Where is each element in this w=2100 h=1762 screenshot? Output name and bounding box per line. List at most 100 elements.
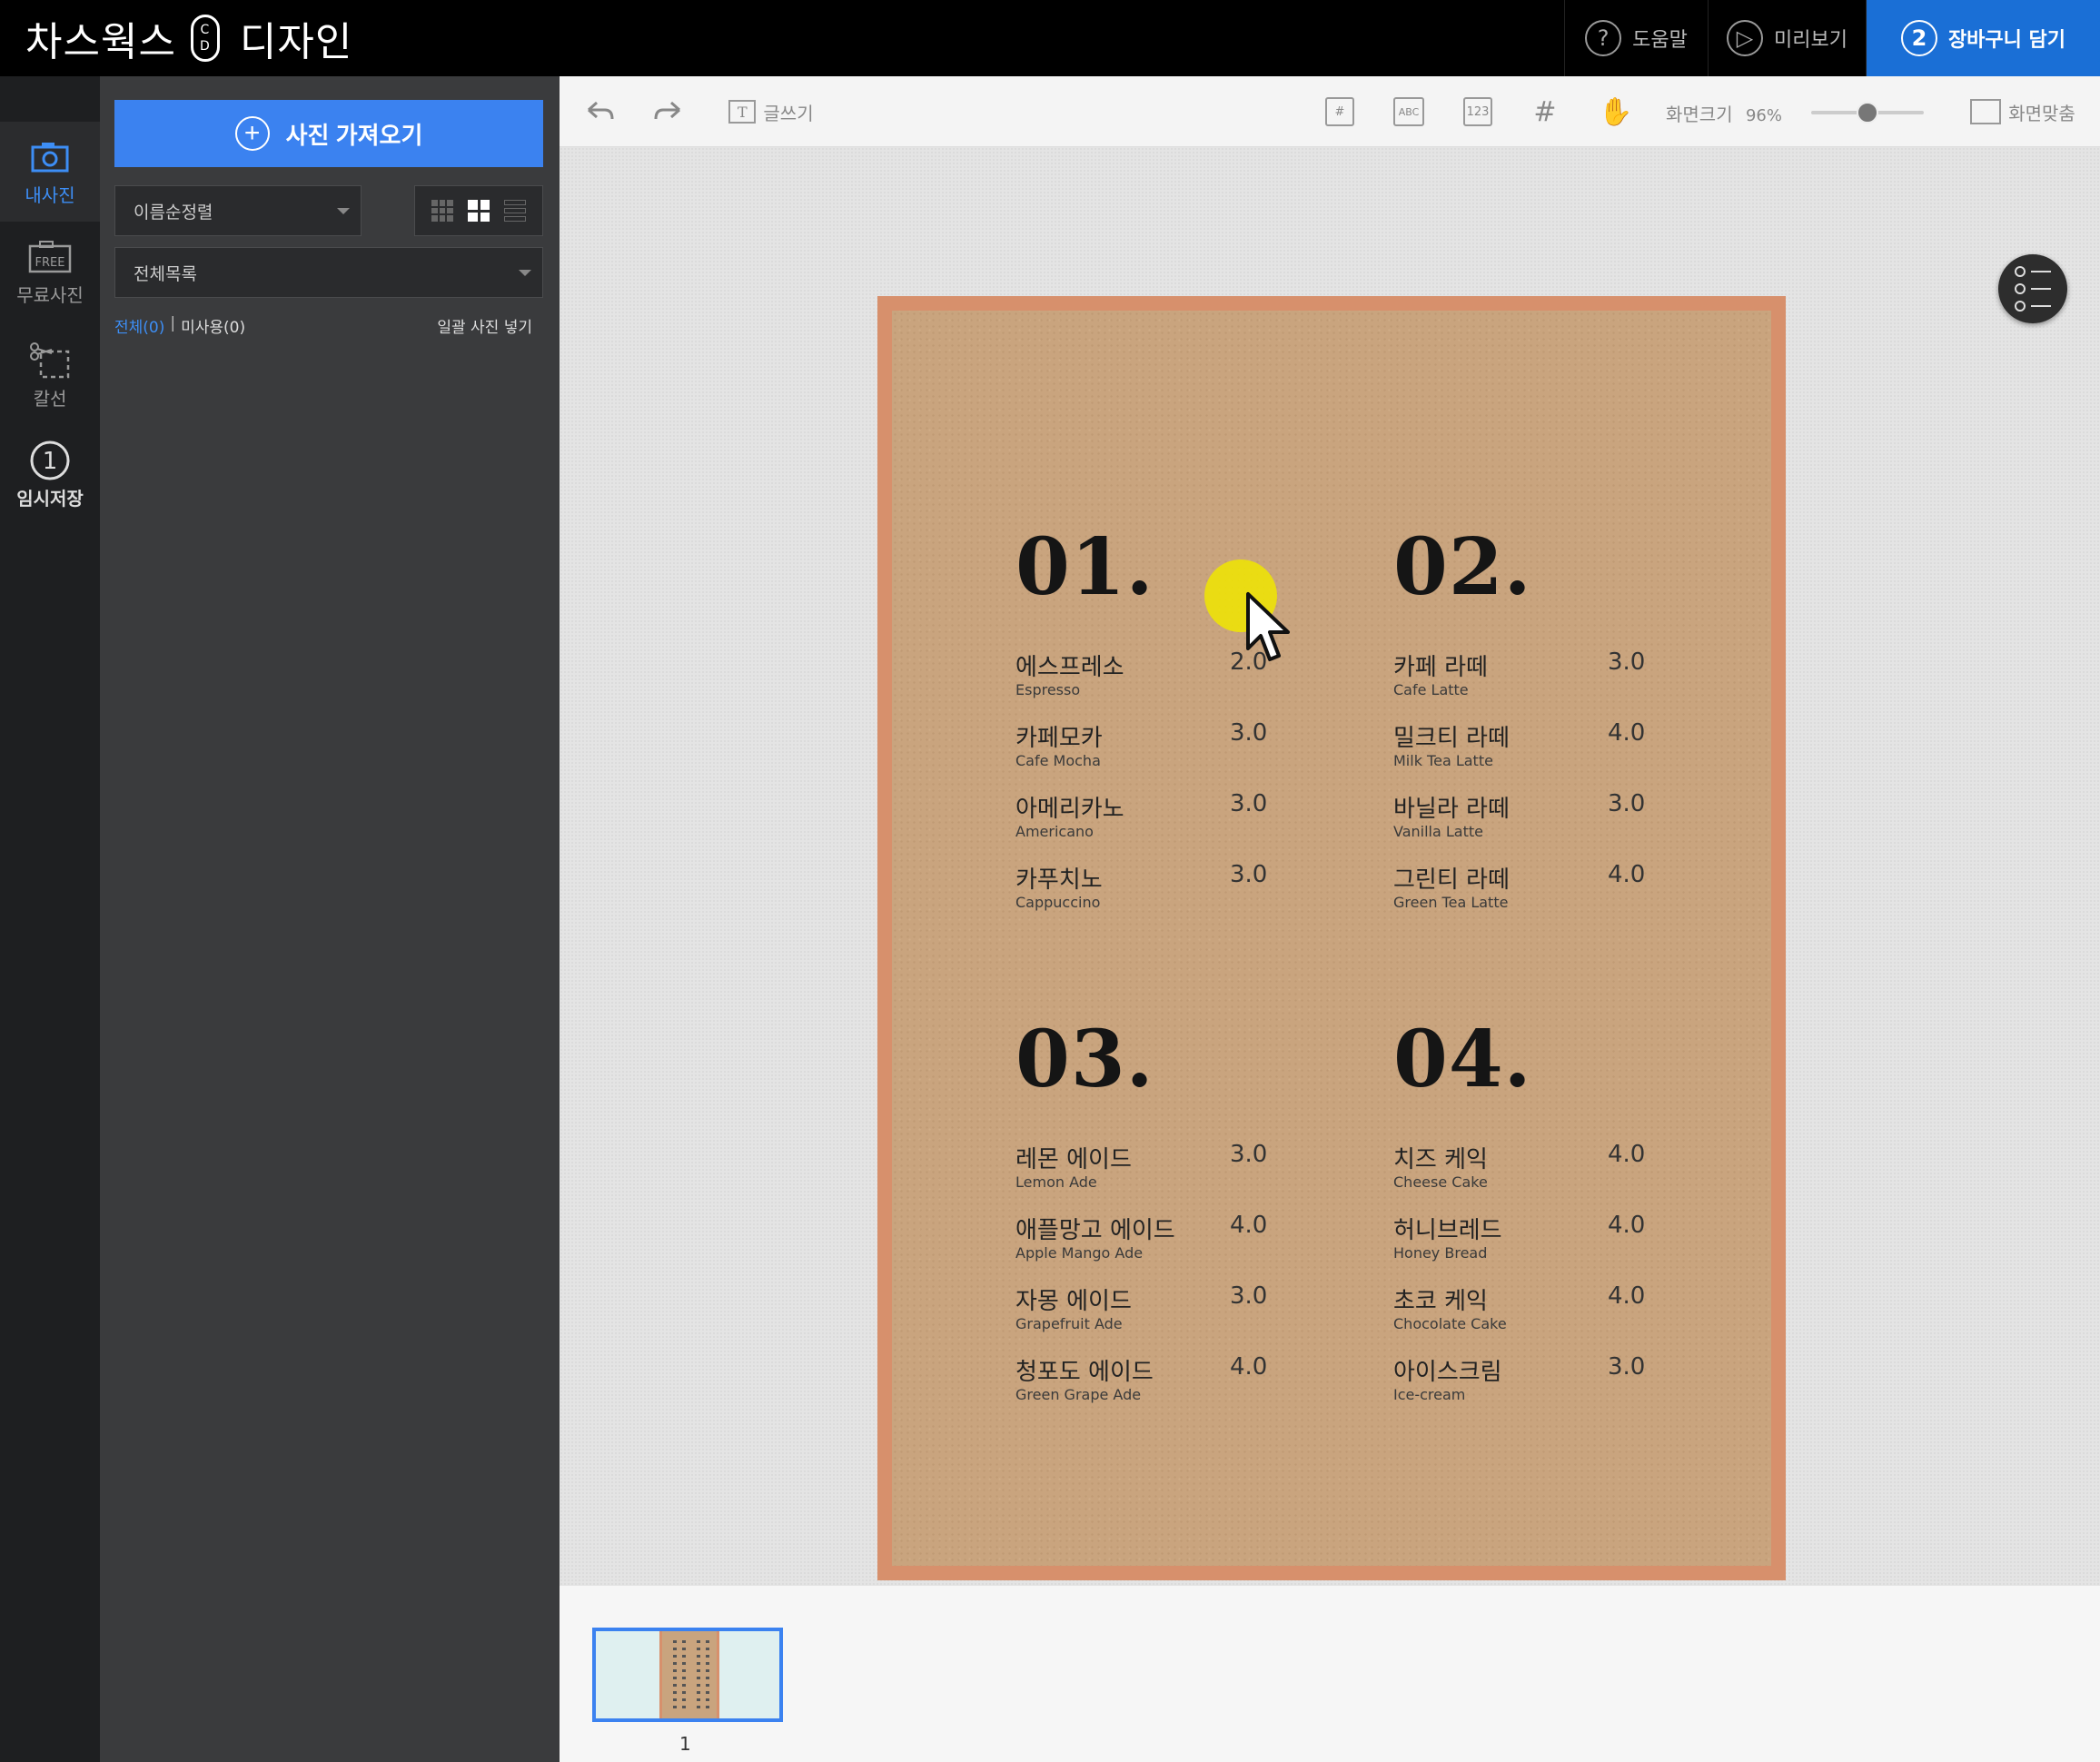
- rail-item-free-photos[interactable]: FREE 무료사진: [0, 222, 100, 322]
- menu-item-english-name: Cafe Latte: [1393, 681, 1469, 698]
- rail-item-temp-save[interactable]: 1 임시저장: [0, 425, 100, 525]
- fit-to-screen-button[interactable]: 화면맞춤: [1964, 89, 2082, 134]
- brand-pill-icon: C D: [190, 15, 220, 62]
- menu-item-price: 3.0: [1230, 861, 1268, 888]
- menu-item-list: 치즈 케익 Cheese Cake 4.0 허니브레드 Honey Bread 4.0 초코…: [1393, 1141, 1702, 1424]
- help-button[interactable]: ? 도움말: [1564, 0, 1708, 76]
- import-photos-button[interactable]: + 사진 가져오기: [114, 100, 543, 167]
- menu-item-price: 3.0: [1608, 648, 1646, 676]
- page-number-button[interactable]: #: [1317, 89, 1362, 134]
- thumbnail-preview: [659, 1631, 719, 1718]
- fit-frame-icon: [1970, 99, 2002, 124]
- layer-list-button[interactable]: [1998, 254, 2067, 323]
- menu-item-korean-name: 밀크티 라떼: [1393, 725, 1510, 752]
- filter-separator: |: [170, 314, 176, 332]
- undo-button[interactable]: [578, 89, 623, 134]
- menu-item-english-name: Cappuccino: [1015, 894, 1101, 911]
- section-number: 04.: [1393, 1014, 1532, 1105]
- undo-icon: [588, 101, 614, 120]
- menu-poster[interactable]: 01. 에스프레소 Espresso 2.0 카페모카 Cafe Mocha 3.0 아메리카…: [877, 296, 1786, 1580]
- menu-item-korean-name: 아이스크림: [1393, 1359, 1502, 1386]
- menu-item-english-name: Lemon Ade: [1015, 1173, 1097, 1191]
- filter-unused-link[interactable]: 미사용(0): [181, 314, 245, 337]
- photo-panel: + 사진 가져오기 이름순정렬 전체목록 전체(0) | 미사용(0) 일괄 사…: [100, 76, 560, 1762]
- menu-item-korean-name: 카페 라떼: [1393, 654, 1488, 681]
- page-number-label: 1: [679, 1733, 691, 1755]
- design-canvas[interactable]: 01. 에스프레소 Espresso 2.0 카페모카 Cafe Mocha 3.0 아메리카…: [560, 147, 2100, 1586]
- grid-icon: #: [1533, 95, 1557, 128]
- menu-item-list: 에스프레소 Espresso 2.0 카페모카 Cafe Mocha 3.0 아메리카노 Am…: [1015, 648, 1324, 932]
- menu-item[interactable]: 카푸치노 Cappuccino 3.0: [1015, 861, 1324, 932]
- menu-item-korean-name: 치즈 케익: [1393, 1146, 1488, 1173]
- rail-item-cut-line[interactable]: 칼선: [0, 325, 100, 425]
- grid-toggle-button[interactable]: #: [1522, 89, 1568, 134]
- menu-item[interactable]: 레몬 에이드 Lemon Ade 3.0: [1015, 1141, 1324, 1212]
- menu-item-english-name: Milk Tea Latte: [1393, 752, 1493, 769]
- menu-item[interactable]: 청포도 에이드 Green Grape Ade 4.0: [1015, 1353, 1324, 1424]
- sort-dropdown[interactable]: 이름순정렬: [114, 185, 362, 236]
- menu-item[interactable]: 그린티 라떼 Green Tea Latte 4.0: [1393, 861, 1702, 932]
- scissors-icon: [26, 341, 74, 381]
- menu-item-korean-name: 카푸치노: [1015, 866, 1103, 894]
- zoom-slider[interactable]: [1811, 102, 1924, 124]
- top-bar: 차스웍스 C D 디자인 ? 도움말 ▷ 미리보기 2 장바구니 담기: [0, 0, 2100, 76]
- menu-item-english-name: Cafe Mocha: [1015, 752, 1101, 769]
- menu-item[interactable]: 아메리카노 Americano 3.0: [1015, 790, 1324, 861]
- menu-item[interactable]: 자몽 에이드 Grapefruit Ade 3.0: [1015, 1282, 1324, 1353]
- editor-toolbar: T 글쓰기 # ABC 123 # ✋ 화면크기 96% 화면맞춤: [560, 76, 2100, 147]
- add-text-button[interactable]: T 글쓰기: [721, 89, 821, 134]
- bulk-insert-link[interactable]: 일괄 사진 넣기: [437, 314, 543, 337]
- menu-item-price: 3.0: [1230, 1141, 1268, 1168]
- zoom-value: 96%: [1745, 106, 1782, 125]
- menu-item-price: 4.0: [1230, 1353, 1268, 1381]
- brand-subtitle: 디자인: [239, 19, 353, 65]
- svg-text:1: 1: [43, 448, 58, 475]
- text-box-icon: T: [728, 100, 757, 124]
- list-icon: [2015, 266, 2051, 277]
- menu-item[interactable]: 바닐라 라떼 Vanilla Latte 3.0: [1393, 790, 1702, 861]
- text-style-button[interactable]: ABC: [1386, 89, 1431, 134]
- pan-tool-button[interactable]: ✋: [1593, 89, 1639, 134]
- menu-item[interactable]: 카페모카 Cafe Mocha 3.0: [1015, 719, 1324, 790]
- medium-grid-icon[interactable]: [468, 200, 490, 222]
- menu-section[interactable]: 02. 카페 라떼 Cafe Latte 3.0 밀크티 라떼 Milk Tea Latt…: [1393, 529, 1702, 932]
- menu-item-korean-name: 그린티 라떼: [1393, 866, 1510, 894]
- menu-section[interactable]: 01. 에스프레소 Espresso 2.0 카페모카 Cafe Mocha 3.0 아메리카…: [1015, 529, 1324, 932]
- preview-button[interactable]: ▷ 미리보기: [1708, 0, 1866, 76]
- menu-item-korean-name: 카페모카: [1015, 725, 1103, 752]
- menu-item-price: 4.0: [1608, 861, 1646, 888]
- poster-paper: 01. 에스프레소 Espresso 2.0 카페모카 Cafe Mocha 3.0 아메리카…: [892, 311, 1771, 1566]
- menu-item[interactable]: 애플망고 에이드 Apple Mango Ade 4.0: [1015, 1212, 1324, 1282]
- rail-item-my-photos[interactable]: 내사진: [0, 122, 100, 222]
- menu-item[interactable]: 초코 케익 Chocolate Cake 4.0: [1393, 1282, 1702, 1353]
- step-one-icon: 1: [26, 440, 74, 480]
- number-button[interactable]: 123: [1455, 89, 1501, 134]
- menu-section[interactable]: 04. 치즈 케익 Cheese Cake 4.0 허니브레드 Honey Bread 4.…: [1393, 1021, 1702, 1424]
- menu-item[interactable]: 치즈 케익 Cheese Cake 4.0: [1393, 1141, 1702, 1212]
- folder-dropdown[interactable]: 전체목록: [114, 247, 543, 298]
- menu-section[interactable]: 03. 레몬 에이드 Lemon Ade 3.0 애플망고 에이드 Apple Mango…: [1015, 1021, 1324, 1424]
- brand-logo: 차스웍스 C D 디자인: [25, 11, 352, 65]
- menu-item-english-name: Vanilla Latte: [1393, 823, 1483, 840]
- small-grid-icon[interactable]: [431, 200, 453, 222]
- menu-item[interactable]: 아이스크림 Ice-cream 3.0: [1393, 1353, 1702, 1424]
- menu-item[interactable]: 밀크티 라떼 Milk Tea Latte 4.0: [1393, 719, 1702, 790]
- menu-item-list: 레몬 에이드 Lemon Ade 3.0 애플망고 에이드 Apple Mango Ad…: [1015, 1141, 1324, 1424]
- menu-item-english-name: Cheese Cake: [1393, 1173, 1488, 1191]
- menu-item[interactable]: 허니브레드 Honey Bread 4.0: [1393, 1212, 1702, 1282]
- menu-item-price: 3.0: [1230, 790, 1268, 817]
- photo-filter-row: 전체(0) | 미사용(0) 일괄 사진 넣기: [114, 314, 543, 337]
- redo-button[interactable]: [645, 89, 690, 134]
- menu-item-english-name: Honey Bread: [1393, 1244, 1488, 1262]
- filter-all-link[interactable]: 전체(0): [114, 314, 164, 337]
- hand-icon: ✋: [1599, 95, 1633, 128]
- number-icon: 123: [1463, 97, 1492, 126]
- plus-icon: +: [234, 116, 270, 151]
- menu-item-price: 4.0: [1608, 1141, 1646, 1168]
- list-view-icon[interactable]: [504, 200, 526, 222]
- page-thumbnail[interactable]: [592, 1628, 783, 1722]
- menu-item[interactable]: 카페 라떼 Cafe Latte 3.0: [1393, 648, 1702, 719]
- menu-item-english-name: Espresso: [1015, 681, 1081, 698]
- zoom-slider-handle[interactable]: [1857, 102, 1878, 124]
- add-to-cart-button[interactable]: 2 장바구니 담기: [1866, 0, 2100, 76]
